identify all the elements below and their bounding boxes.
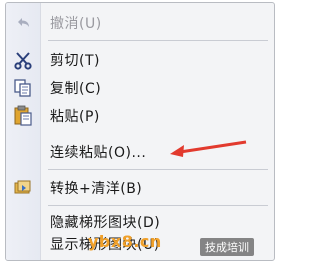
paste-icon (6, 103, 40, 129)
menu-item-hide-ladder-block-label: 隐藏梯形图块(D) (50, 215, 161, 231)
context-menu: 撤消(U) 剪切(T) 复制(C) 粘贴(P) 连续粘贴(O)... 转换+清洋… (5, 2, 275, 261)
menu-item-undo[interactable]: 撤消(U) (6, 10, 274, 36)
copy-icon (6, 75, 40, 101)
menu-item-copy-label: 复制(C) (50, 81, 102, 97)
menu-item-copy[interactable]: 复制(C) (6, 75, 274, 101)
menu-separator (48, 40, 268, 41)
menu-item-continuous-paste-label: 连续粘贴(O)... (50, 145, 147, 161)
annotation-arrow (170, 140, 247, 157)
menu-separator (48, 169, 268, 170)
watermark-right: 技成培训 (200, 238, 254, 256)
watermark-left: ybx8.cn (88, 232, 162, 251)
undo-icon (6, 10, 40, 36)
menu-item-cut-label: 剪切(T) (50, 53, 100, 69)
scissors-icon (6, 47, 40, 73)
convert-icon (6, 175, 40, 201)
menu-separator (48, 205, 268, 206)
menu-item-convert[interactable]: 转换+清洋(B) (6, 175, 274, 201)
menu-item-paste-label: 粘贴(P) (50, 109, 100, 125)
menu-item-cut[interactable]: 剪切(T) (6, 47, 274, 73)
menu-item-convert-label: 转换+清洋(B) (50, 181, 143, 197)
menu-item-paste[interactable]: 粘贴(P) (6, 103, 274, 129)
menu-item-undo-label: 撤消(U) (50, 16, 102, 32)
